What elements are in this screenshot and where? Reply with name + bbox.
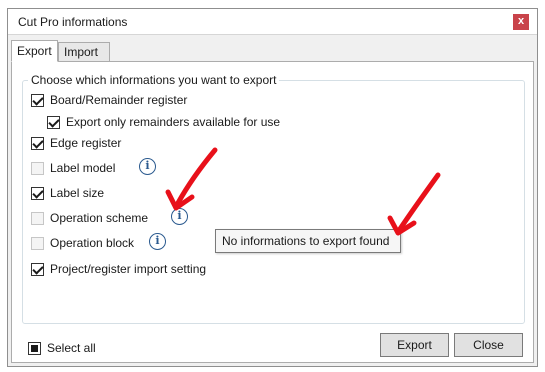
dialog-window: Cut Pro informations x Export Import Cho… xyxy=(7,8,538,367)
tooltip: No informations to export found xyxy=(215,229,401,253)
option-label-size[interactable]: Label size xyxy=(31,185,104,201)
option-board-remainder-register[interactable]: Board/Remainder register xyxy=(31,92,187,108)
info-icon-label-model[interactable]: i xyxy=(139,158,156,175)
title-bar: Cut Pro informations x xyxy=(8,9,537,35)
checkbox[interactable] xyxy=(31,93,44,107)
option-label-model: Label model xyxy=(31,160,115,176)
option-label: Project/register import setting xyxy=(50,262,207,276)
option-label: Edge register xyxy=(50,136,122,150)
checkbox[interactable] xyxy=(31,262,44,276)
info-icon-operation-scheme[interactable]: i xyxy=(171,208,188,225)
option-label: Operation block xyxy=(50,236,135,250)
export-panel: Choose which informations you want to ex… xyxy=(11,61,534,363)
info-icon-operation-block[interactable]: i xyxy=(149,233,166,250)
select-all-toggle[interactable]: Select all xyxy=(28,340,96,356)
checkbox[interactable] xyxy=(31,186,44,200)
export-options-group: Choose which informations you want to ex… xyxy=(22,73,525,324)
checkbox xyxy=(31,236,44,250)
option-label: Operation scheme xyxy=(50,211,149,225)
option-edge-register[interactable]: Edge register xyxy=(31,135,121,151)
option-operation-block: Operation block xyxy=(31,235,134,251)
option-label: Label size xyxy=(50,186,105,200)
checkbox xyxy=(31,211,44,225)
group-legend: Choose which informations you want to ex… xyxy=(28,73,280,87)
option-label: Board/Remainder register xyxy=(50,93,188,107)
option-project-register-import-setting[interactable]: Project/register import setting xyxy=(31,261,206,277)
option-operation-scheme: Operation scheme xyxy=(31,210,148,226)
option-label: Export only remainders available for use xyxy=(66,115,281,129)
tab-import[interactable]: Import xyxy=(58,42,110,62)
checkbox xyxy=(31,161,44,175)
option-label: Label model xyxy=(50,161,116,175)
close-window-button[interactable]: x xyxy=(513,14,529,30)
select-all-checkbox[interactable] xyxy=(28,341,41,355)
option-export-only-remainders[interactable]: Export only remainders available for use xyxy=(47,114,280,130)
select-all-label: Select all xyxy=(47,341,96,355)
checkbox[interactable] xyxy=(47,115,60,129)
window-title: Cut Pro informations xyxy=(18,15,128,29)
checkbox[interactable] xyxy=(31,136,44,150)
tab-export[interactable]: Export xyxy=(11,40,58,62)
close-button[interactable]: Close xyxy=(454,333,523,357)
export-button[interactable]: Export xyxy=(380,333,449,357)
